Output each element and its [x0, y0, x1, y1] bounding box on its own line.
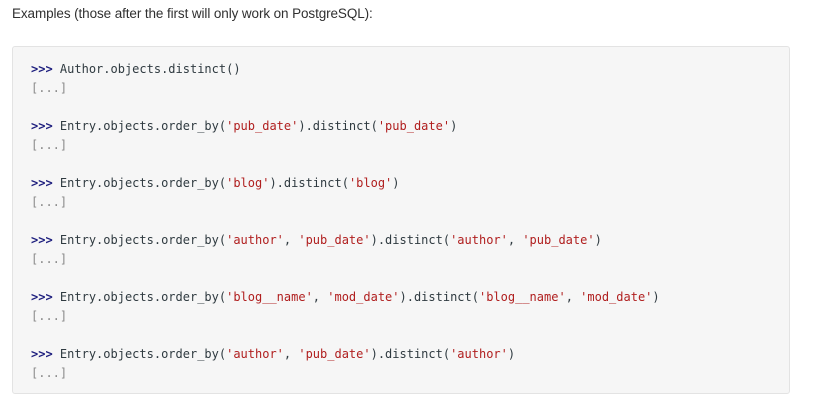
string-literal: 'author': [450, 233, 508, 247]
code-token: Author.objects.distinct(): [59, 62, 241, 76]
code-output-placeholder: [...]: [31, 366, 68, 380]
code-example: >>> Entry.objects.order_by('pub_date').d…: [31, 117, 660, 174]
prompt-marker: >>>: [31, 347, 53, 361]
string-literal: 'author': [226, 347, 284, 361]
code-example: >>> Entry.objects.order_by('author', 'pu…: [31, 345, 660, 402]
string-literal: 'pub_date': [298, 233, 371, 247]
string-literal: 'pub_date': [377, 119, 451, 133]
code-token: ): [392, 176, 400, 190]
prompt-marker: >>>: [31, 119, 53, 133]
code-token: ,: [507, 233, 523, 247]
code-token: Entry.objects.order_by(: [59, 233, 227, 247]
code-token: Entry.objects.order_by(: [59, 347, 227, 361]
code-input-line: >>> Entry.objects.order_by('author', 'pu…: [31, 345, 660, 364]
code-token: ).distinct(: [399, 290, 479, 304]
string-literal: 'blog__name': [226, 290, 313, 304]
string-literal: 'pub_date': [298, 347, 371, 361]
code-input-line: >>> Entry.objects.order_by('pub_date').d…: [31, 117, 660, 136]
code-output-placeholder: [...]: [31, 81, 68, 95]
code-example: >>> Entry.objects.order_by('author', 'pu…: [31, 231, 660, 288]
code-token: ).distinct(: [298, 119, 378, 133]
code-input-line: >>> Author.objects.distinct(): [31, 60, 660, 79]
code-output-placeholder: [...]: [31, 309, 68, 323]
code-input-line: >>> Entry.objects.order_by('blog').disti…: [31, 174, 660, 193]
code-example: >>> Entry.objects.order_by('blog__name',…: [31, 288, 660, 345]
code-example: >>> Author.objects.distinct() [...]: [31, 60, 660, 117]
prompt-marker: >>>: [31, 176, 53, 190]
string-literal: 'pub_date': [226, 119, 299, 133]
code-output-placeholder: [...]: [31, 252, 68, 266]
code-input-line: >>> Entry.objects.order_by('blog__name',…: [31, 288, 660, 307]
code-token: ,: [283, 233, 299, 247]
string-literal: 'blog': [348, 176, 393, 190]
string-literal: 'blog__name': [478, 290, 566, 304]
code-token: ): [652, 290, 660, 304]
code-token: ): [507, 347, 516, 361]
prompt-marker: >>>: [31, 233, 53, 247]
code-token: ).distinct(: [370, 233, 451, 247]
string-literal: 'author': [450, 347, 508, 361]
code-token: ,: [283, 347, 299, 361]
code-token: ).distinct(: [370, 347, 451, 361]
code-example: >>> Entry.objects.order_by('blog').disti…: [31, 174, 660, 231]
code-token: ): [450, 119, 458, 133]
string-literal: 'pub_date': [522, 233, 595, 247]
code-output-placeholder: [...]: [31, 195, 68, 209]
prompt-marker: >>>: [31, 62, 53, 76]
string-literal: 'mod_date': [580, 290, 653, 304]
string-literal: 'author': [226, 233, 284, 247]
code-listing: >>> Author.objects.distinct() [...] >>> En…: [31, 60, 660, 402]
code-token: ).distinct(: [269, 176, 349, 190]
code-token: ,: [312, 290, 328, 304]
string-literal: 'blog': [226, 176, 270, 190]
code-output-placeholder: [...]: [31, 138, 68, 152]
string-literal: 'mod_date': [327, 290, 400, 304]
intro-paragraph: Examples (those after the first will onl…: [12, 6, 373, 21]
code-token: Entry.objects.order_by(: [59, 119, 227, 133]
code-block[interactable]: >>> Author.objects.distinct() [...] >>> En…: [12, 46, 790, 394]
code-token: ,: [565, 290, 581, 304]
code-token: ): [594, 233, 602, 247]
code-token: Entry.objects.order_by(: [59, 290, 227, 304]
code-input-line: >>> Entry.objects.order_by('author', 'pu…: [31, 231, 660, 250]
prompt-marker: >>>: [31, 290, 53, 304]
code-token: Entry.objects.order_by(: [59, 176, 227, 190]
